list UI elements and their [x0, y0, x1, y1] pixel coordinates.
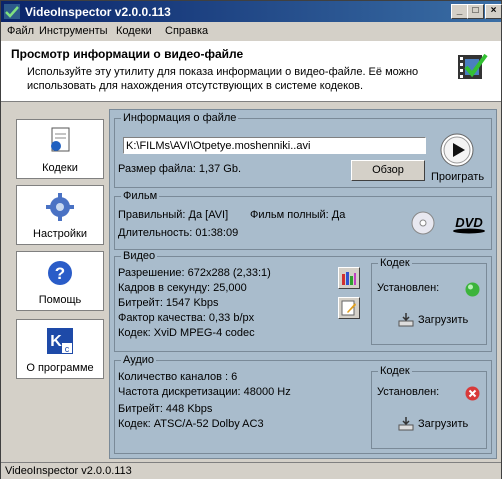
video-quality: Фактор качества: 0,33 b/px: [118, 312, 255, 324]
title-bar[interactable]: VideoInspector v2.0.0.113 _ □ ×: [1, 1, 502, 22]
video-group: Видео Разрешение: 672x288 (2,33:1) Кадро…: [114, 250, 492, 352]
download-icon: [398, 313, 414, 327]
sidebar-item-label: Помощь: [38, 294, 82, 306]
edit-icon: [341, 300, 356, 316]
cd-icon: [411, 211, 435, 235]
sidebar-item-settings[interactable]: Настройки: [16, 185, 104, 245]
sidebar-item-help[interactable]: ? Помощь: [16, 251, 104, 311]
sidebar-item-label: Кодеки: [42, 162, 78, 174]
video-codec-group: Кодек Установлен: Загрузить: [371, 257, 487, 345]
film-check-icon: [458, 53, 488, 79]
minimize-button[interactable]: _: [451, 4, 468, 19]
bar-chart-icon: [342, 272, 356, 285]
file-info-title: Информация о файле: [121, 112, 239, 124]
document-icon: [51, 127, 70, 152]
download-icon: [398, 417, 414, 431]
sidebar-item-about[interactable]: K c О программе: [16, 319, 104, 379]
play-button[interactable]: [440, 133, 474, 167]
help-icon: ?: [48, 261, 72, 285]
video-resolution: Разрешение: 672x288 (2,33:1): [118, 267, 271, 279]
about-icon: K c: [47, 328, 73, 354]
header-panel: Просмотр информации о видео-файле Исполь…: [1, 41, 501, 102]
download-label: Загрузить: [418, 314, 469, 326]
status-text: VideoInspector v2.0.0.113: [5, 465, 132, 477]
video-fps: Кадров в секунду: 25,000: [118, 282, 247, 294]
video-codec: Кодек: XviD MPEG-4 codec: [118, 327, 255, 339]
ok-status-icon: [465, 282, 480, 297]
download-label: Загрузить: [418, 418, 469, 430]
svg-text:?: ?: [55, 264, 65, 283]
audio-codec-installed-label: Установлен:: [377, 386, 440, 398]
film-duration: Длительность: 01:38:09: [118, 227, 239, 239]
film-title: Фильм: [121, 190, 160, 202]
menu-tools[interactable]: Инструменты: [39, 25, 108, 37]
svg-text:DVD: DVD: [455, 215, 483, 230]
audio-codec-group: Кодек Установлен: Загрузить: [371, 365, 487, 449]
file-size-label: Размер файла: 1,37 Gb.: [118, 163, 242, 175]
sidebar-item-label: О программе: [26, 362, 94, 374]
gear-icon: [46, 193, 74, 221]
video-title: Видео: [121, 250, 158, 262]
error-status-icon: [465, 386, 480, 401]
header-description: Используйте эту утилиту для показа инфор…: [27, 66, 419, 92]
window-title: VideoInspector v2.0.0.113: [25, 5, 171, 19]
video-codec-title: Кодек: [378, 257, 412, 269]
browse-button[interactable]: Обзор: [351, 160, 425, 181]
edit-info-button[interactable]: [338, 297, 360, 319]
main-panel: Информация о файле Размер файла: 1,37 Gb…: [109, 109, 497, 459]
audio-group: Аудио Количество каналов : 6 Частота дис…: [114, 354, 492, 454]
audio-sample-rate: Частота дискретизации: 48000 Hz: [118, 386, 291, 398]
svg-text:K: K: [50, 333, 62, 350]
bitrate-chart-button[interactable]: [338, 267, 360, 289]
menu-help[interactable]: Справка: [165, 25, 208, 37]
menu-bar: Файл Инструменты Кодеки Справка: [1, 22, 501, 40]
film-correct: Правильный: Да [AVI]: [118, 209, 229, 221]
sidebar-item-codecs[interactable]: Кодеки: [16, 119, 104, 179]
menu-file[interactable]: Файл: [7, 25, 34, 37]
file-path-input[interactable]: [123, 137, 426, 154]
audio-codec-title: Кодек: [378, 365, 412, 377]
status-bar: VideoInspector v2.0.0.113: [1, 462, 501, 479]
film-complete: Фильм полный: Да: [250, 209, 346, 221]
sidebar-item-label: Настройки: [33, 228, 87, 240]
app-window: VideoInspector v2.0.0.113 _ □ × Файл Инс…: [0, 0, 502, 479]
file-info-group: Информация о файле Размер файла: 1,37 Gb…: [114, 112, 492, 188]
film-group: Фильм Правильный: Да [AVI] Фильм полный:…: [114, 190, 492, 250]
header-title: Просмотр информации о видео-файле: [11, 47, 244, 61]
close-button[interactable]: ×: [485, 4, 502, 19]
maximize-button[interactable]: □: [467, 4, 484, 19]
play-label[interactable]: Проиграть: [431, 171, 484, 183]
dvd-logo-icon: DVD: [453, 215, 485, 234]
audio-title: Аудио: [121, 354, 157, 366]
sidebar: Кодеки Настройки ? Помощь K c О программ…: [8, 111, 104, 459]
audio-channels: Количество каналов : 6: [118, 371, 238, 383]
svg-text:c: c: [65, 344, 70, 354]
app-checkmark-icon: [4, 4, 20, 19]
video-codec-installed-label: Установлен:: [377, 282, 440, 294]
video-bitrate: Битрейт: 1547 Kbps: [118, 297, 219, 309]
video-codec-download-button[interactable]: Загрузить: [398, 312, 478, 328]
audio-codec-download-button[interactable]: Загрузить: [398, 416, 478, 432]
menu-codecs[interactable]: Кодеки: [116, 25, 152, 37]
audio-bitrate: Битрейт: 448 Kbps: [118, 403, 213, 415]
audio-codec: Кодек: ATSC/A-52 Dolby AC3: [118, 418, 264, 430]
